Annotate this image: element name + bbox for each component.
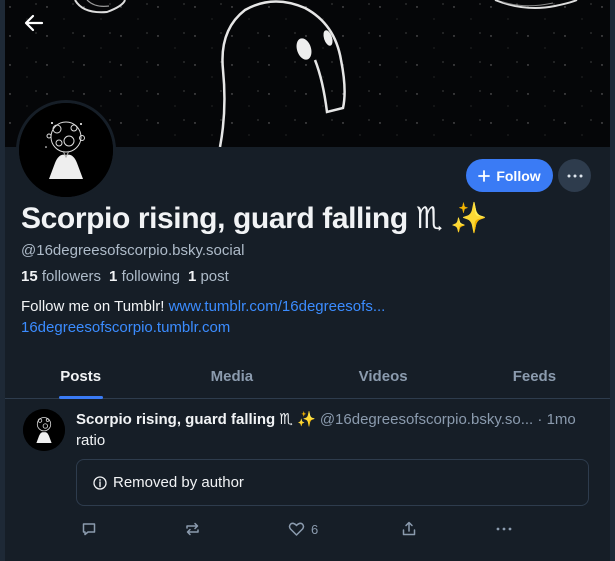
ellipsis-icon [496, 527, 512, 531]
like-button[interactable]: 6 [288, 518, 318, 540]
share-icon [402, 521, 416, 536]
bio-link-tumblr[interactable]: www.tumblr.com/16degreesofs... [169, 298, 386, 315]
bio-link-tumblr-blog[interactable]: 16degreesofscorpio.tumblr.com [21, 319, 230, 336]
display-name: Scorpio rising, guard falling ♏ ✨ [21, 202, 488, 235]
profile-stats: 15 followers 1 following 1 post [21, 268, 229, 285]
removed-quote-notice: Removed by author [76, 459, 589, 506]
tab-media[interactable]: Media [156, 355, 307, 398]
removed-label: Removed by author [113, 474, 244, 491]
info-icon [93, 475, 107, 490]
profile-handle: @16degreesofscorpio.bsky.social [21, 242, 245, 259]
profile-tabs: Posts Media Videos Feeds [5, 355, 610, 399]
post-author-avatar[interactable] [23, 409, 65, 451]
following-label: following [121, 268, 180, 285]
heart-icon [288, 522, 305, 536]
repost-button[interactable] [184, 518, 201, 540]
posts-stat: 1 post [188, 268, 229, 285]
followers-count: 15 [21, 268, 38, 285]
post-author-name[interactable]: Scorpio rising, guard falling ♏ ✨ [76, 411, 316, 428]
posts-count: 1 [187, 268, 197, 285]
back-arrow-icon [24, 14, 44, 32]
tab-posts[interactable]: Posts [5, 355, 156, 398]
plus-icon [478, 169, 491, 182]
following-stat[interactable]: 1 following [109, 268, 180, 285]
avatar-artwork [19, 103, 113, 197]
follow-button[interactable]: Follow [466, 159, 553, 192]
share-button[interactable] [401, 518, 417, 540]
feed-post[interactable]: Scorpio rising, guard falling ♏ ✨ @16deg… [5, 399, 610, 561]
avatar-artwork-small [23, 409, 65, 451]
followers-stat[interactable]: 15 followers [21, 268, 101, 285]
post-author-handle[interactable]: @16degreesofscorpio.bsky.so... [320, 411, 533, 428]
posts-label: post [200, 268, 229, 285]
reply-icon [82, 523, 96, 536]
tab-videos[interactable]: Videos [308, 355, 459, 398]
profile-bio: Follow me on Tumblr! www.tumblr.com/16de… [21, 296, 581, 338]
ellipsis-icon [567, 174, 582, 177]
post-header: Scorpio rising, guard falling ♏ ✨ @16deg… [76, 410, 576, 428]
tab-feeds[interactable]: Feeds [459, 355, 610, 398]
like-count: 6 [311, 521, 319, 537]
following-count: 1 [109, 268, 118, 285]
post-text: ratio [76, 432, 106, 449]
follow-label: Follow [496, 167, 541, 184]
back-button[interactable] [19, 8, 49, 38]
profile-more-button[interactable] [558, 159, 591, 192]
repost-icon [186, 522, 199, 536]
post-actions: 6 [76, 518, 516, 540]
post-more-button[interactable] [496, 518, 512, 540]
profile-avatar[interactable] [16, 100, 116, 200]
reply-button[interactable] [81, 518, 97, 540]
post-timestamp[interactable]: · 1mo [537, 411, 575, 428]
followers-label: followers [41, 268, 102, 285]
bio-text: Follow me on Tumblr! [21, 298, 165, 315]
profile-page: Follow Scorpio rising, guard falling ♏ ✨… [5, 0, 610, 561]
